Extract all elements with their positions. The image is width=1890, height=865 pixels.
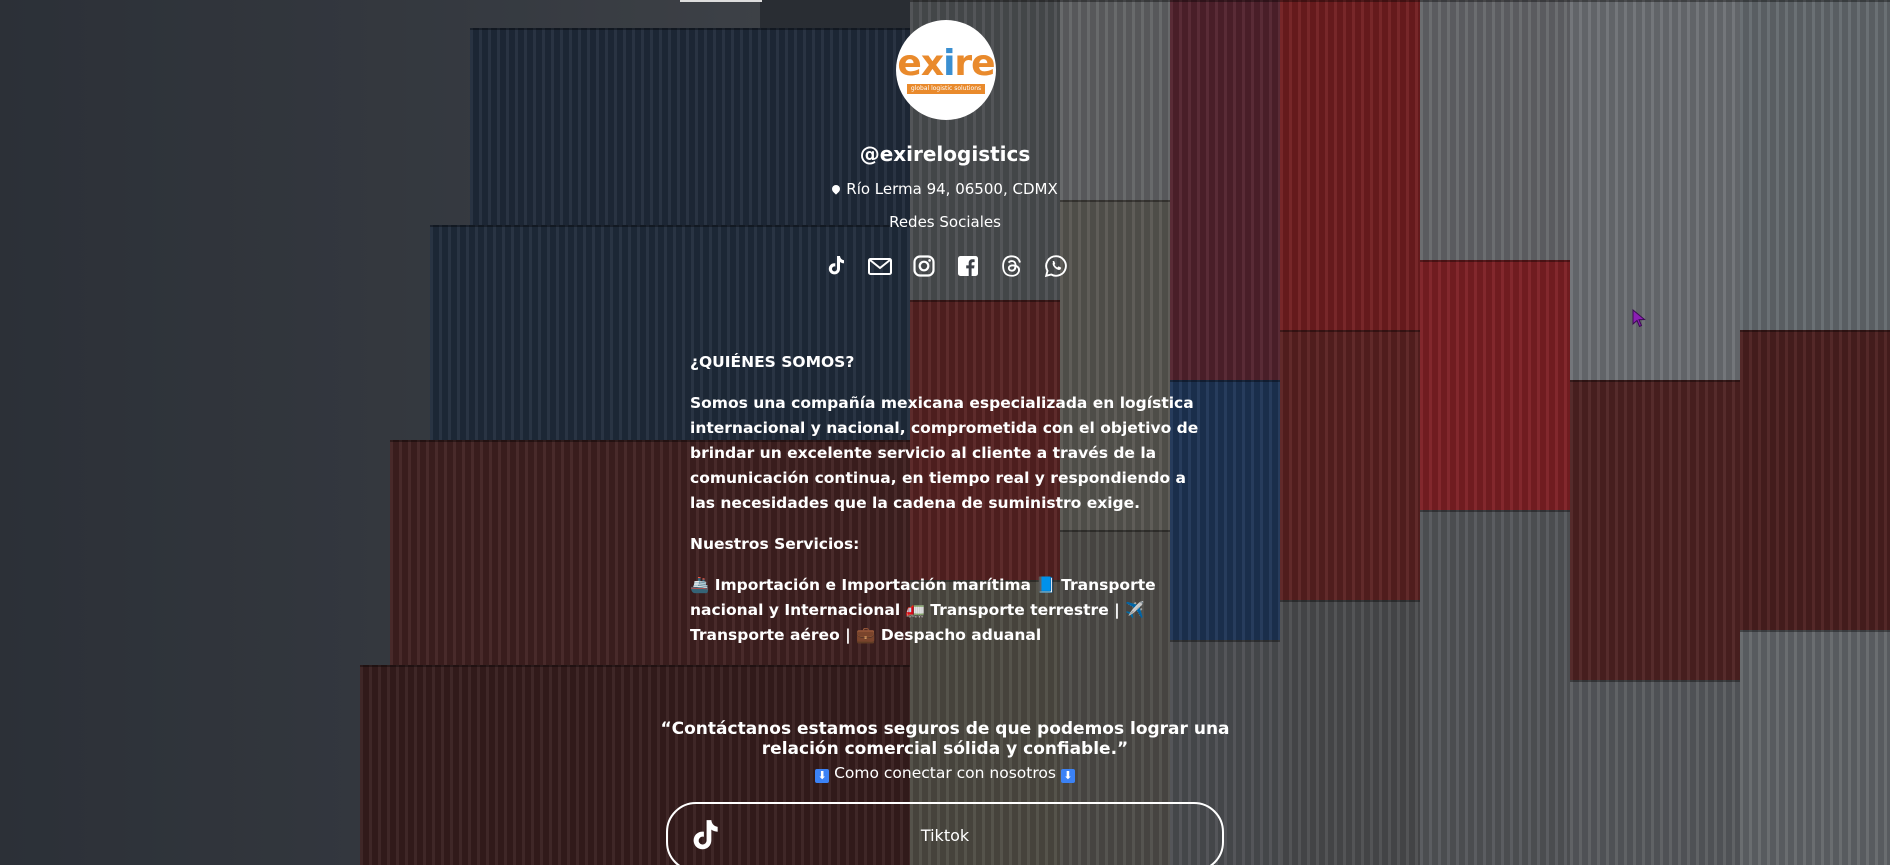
logo-part: i [943,43,955,84]
facebook-icon[interactable] [954,252,982,280]
down-arrow-icon: ⬇ [815,769,830,783]
profile-handle: @exirelogistics [859,142,1031,166]
location-pin-icon [830,183,842,195]
logo-part: re [954,43,995,84]
logo-part: ex [897,43,944,84]
logo-wordmark: exire [897,43,995,84]
profile-page: exire global logistic solutions @exirelo… [0,0,1890,865]
logo-tagline: global logistic solutions [906,84,986,94]
tiktok-link-button[interactable]: Tiktok [666,802,1224,865]
social-icons-row [822,252,1070,280]
connect-line: ⬇ Como conectar con nosotros ⬇ [0,764,1890,783]
whatsapp-icon[interactable] [1042,252,1070,280]
threads-icon[interactable] [998,252,1026,280]
profile-address: Río Lerma 94, 06500, CDMX [0,180,1890,198]
about-body: Somos una compañía mexicana especializad… [690,394,1199,512]
tiktok-link-label: Tiktok [920,826,970,845]
about-section: ¿QUIÉNES SOMOS? Somos una compañía mexic… [690,350,1200,664]
services-heading: Nuestros Servicios: [690,535,860,553]
instagram-icon[interactable] [910,252,938,280]
about-heading: ¿QUIÉNES SOMOS? [690,353,855,371]
down-arrow-icon: ⬇ [1060,769,1075,783]
top-indicator [680,0,762,2]
connect-text: Como conectar con nosotros [834,764,1056,782]
cta-quote: “Contáctanos estamos seguros de que pode… [660,719,1230,759]
mouse-cursor-icon [1632,309,1646,328]
mail-icon[interactable] [866,252,894,280]
address-text: Río Lerma 94, 06500, CDMX [846,180,1058,198]
social-label: Redes Sociales [889,213,1001,231]
profile-logo: exire global logistic solutions [896,20,996,120]
services-list: 🚢 Importación e Importación marítima 📘 T… [690,576,1156,644]
tiktok-icon[interactable] [822,252,850,280]
